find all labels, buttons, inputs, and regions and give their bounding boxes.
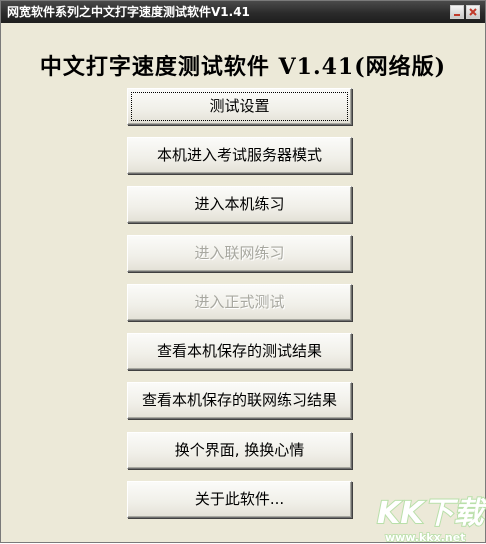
minimize-icon <box>454 14 460 16</box>
view-network-practice-results-button[interactable]: 查看本机保存的联网练习结果 <box>127 382 352 419</box>
formal-test-button: 进入正式测试 <box>127 284 352 321</box>
main-window: 网宽软件系列之中文打字速度测试软件V1.41 中文打字速度测试软件 V1.41(… <box>0 0 486 544</box>
window-title: 网宽软件系列之中文打字速度测试软件V1.41 <box>7 5 250 19</box>
exam-server-mode-button[interactable]: 本机进入考试服务器模式 <box>127 137 352 174</box>
minimize-button[interactable] <box>450 5 464 19</box>
app-heading: 中文打字速度测试软件 V1.41(网络版) <box>39 54 447 80</box>
change-skin-button[interactable]: 换个界面, 换换心情 <box>127 432 352 469</box>
about-button[interactable]: 关于此软件... <box>127 481 352 518</box>
watermark-logo: KK下载 www.kkx.net <box>376 495 486 544</box>
watermark-url: www.kkx.net <box>385 531 465 544</box>
watermark-logo-text: KK下载 <box>377 496 486 531</box>
close-icon <box>469 8 477 16</box>
test-settings-button[interactable]: 测试设置 <box>127 88 352 125</box>
local-practice-button[interactable]: 进入本机练习 <box>127 186 352 223</box>
close-button[interactable] <box>466 5 480 19</box>
view-test-results-button[interactable]: 查看本机保存的测试结果 <box>127 333 352 370</box>
network-practice-button: 进入联网练习 <box>127 235 352 272</box>
title-bar[interactable]: 网宽软件系列之中文打字速度测试软件V1.41 <box>1 1 485 23</box>
